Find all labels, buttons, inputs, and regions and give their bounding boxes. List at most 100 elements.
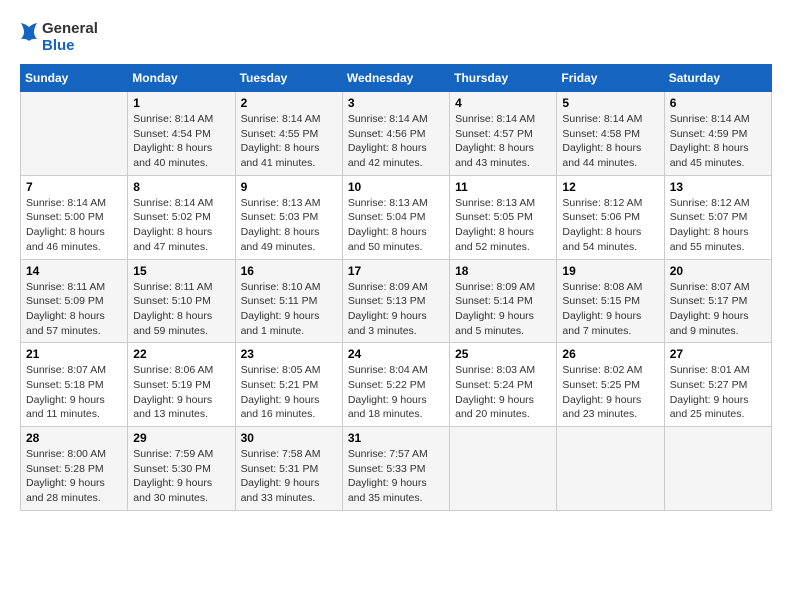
day-number: 28 [26, 431, 122, 445]
cell-content: Sunrise: 8:14 AMSunset: 4:56 PMDaylight:… [348, 112, 444, 171]
day-number: 3 [348, 96, 444, 110]
calendar-cell: 17 Sunrise: 8:09 AMSunset: 5:13 PMDayligh… [342, 259, 449, 343]
day-number: 15 [133, 264, 229, 278]
day-number: 21 [26, 347, 122, 361]
day-header-friday: Friday [557, 65, 664, 92]
day-header-monday: Monday [128, 65, 235, 92]
day-number: 16 [241, 264, 337, 278]
calendar-cell: 19 Sunrise: 8:08 AMSunset: 5:15 PMDayligh… [557, 259, 664, 343]
calendar-cell: 20 Sunrise: 8:07 AMSunset: 5:17 PMDayligh… [664, 259, 771, 343]
day-number: 17 [348, 264, 444, 278]
day-number: 20 [670, 264, 766, 278]
cell-content: Sunrise: 8:07 AMSunset: 5:17 PMDaylight:… [670, 280, 766, 339]
day-number: 13 [670, 180, 766, 194]
day-number: 10 [348, 180, 444, 194]
cell-content: Sunrise: 8:14 AMSunset: 4:57 PMDaylight:… [455, 112, 551, 171]
calendar-cell: 25 Sunrise: 8:03 AMSunset: 5:24 PMDayligh… [450, 343, 557, 427]
cell-content: Sunrise: 7:58 AMSunset: 5:31 PMDaylight:… [241, 447, 337, 506]
cell-content: Sunrise: 8:12 AMSunset: 5:07 PMDaylight:… [670, 196, 766, 255]
calendar-cell: 15 Sunrise: 8:11 AMSunset: 5:10 PMDayligh… [128, 259, 235, 343]
calendar-cell: 23Sunrise: 8:05 AMSunset: 5:21 PMDayligh… [235, 343, 342, 427]
day-number: 14 [26, 264, 122, 278]
day-number: 31 [348, 431, 444, 445]
calendar-cell: 6Sunrise: 8:14 AMSunset: 4:59 PMDaylight… [664, 92, 771, 176]
calendar-cell: 9 Sunrise: 8:13 AMSunset: 5:03 PMDaylight… [235, 175, 342, 259]
calendar-cell [450, 427, 557, 511]
calendar-cell: 11 Sunrise: 8:13 AMSunset: 5:05 PMDayligh… [450, 175, 557, 259]
logo-general-text: General [42, 20, 98, 37]
page-header: General Blue [20, 20, 772, 54]
cell-content: Sunrise: 8:14 AMSunset: 5:02 PMDaylight:… [133, 196, 229, 255]
calendar-cell: 1Sunrise: 8:14 AMSunset: 4:54 PMDaylight… [128, 92, 235, 176]
calendar-week-1: 1Sunrise: 8:14 AMSunset: 4:54 PMDaylight… [21, 92, 772, 176]
cell-content: Sunrise: 7:59 AMSunset: 5:30 PMDaylight:… [133, 447, 229, 506]
logo: General Blue [20, 20, 98, 54]
calendar-cell [21, 92, 128, 176]
cell-content: Sunrise: 8:07 AMSunset: 5:18 PMDaylight:… [26, 363, 122, 422]
calendar-cell: 14 Sunrise: 8:11 AMSunset: 5:09 PMDayligh… [21, 259, 128, 343]
cell-content: Sunrise: 8:02 AMSunset: 5:25 PMDaylight:… [562, 363, 658, 422]
calendar-cell: 3 Sunrise: 8:14 AMSunset: 4:56 PMDaylight… [342, 92, 449, 176]
calendar-cell: 18 Sunrise: 8:09 AMSunset: 5:14 PMDayligh… [450, 259, 557, 343]
cell-content: Sunrise: 8:13 AMSunset: 5:03 PMDaylight:… [241, 196, 337, 255]
cell-content: Sunrise: 8:14 AMSunset: 5:00 PMDaylight:… [26, 196, 122, 255]
day-number: 29 [133, 431, 229, 445]
calendar-cell: 31 Sunrise: 7:57 AMSunset: 5:33 PMDayligh… [342, 427, 449, 511]
day-number: 11 [455, 180, 551, 194]
calendar-cell: 27Sunrise: 8:01 AMSunset: 5:27 PMDayligh… [664, 343, 771, 427]
calendar-cell: 24 Sunrise: 8:04 AMSunset: 5:22 PMDayligh… [342, 343, 449, 427]
day-headers-row: SundayMondayTuesdayWednesdayThursdayFrid… [21, 65, 772, 92]
cell-content: Sunrise: 8:03 AMSunset: 5:24 PMDaylight:… [455, 363, 551, 422]
day-header-sunday: Sunday [21, 65, 128, 92]
calendar-week-3: 14 Sunrise: 8:11 AMSunset: 5:09 PMDayligh… [21, 259, 772, 343]
day-number: 25 [455, 347, 551, 361]
day-number: 23 [241, 347, 337, 361]
calendar-cell: 2 Sunrise: 8:14 AMSunset: 4:55 PMDaylight… [235, 92, 342, 176]
calendar-cell: 13 Sunrise: 8:12 AMSunset: 5:07 PMDayligh… [664, 175, 771, 259]
calendar-cell: 30 Sunrise: 7:58 AMSunset: 5:31 PMDayligh… [235, 427, 342, 511]
day-number: 9 [241, 180, 337, 194]
cell-content: Sunrise: 8:04 AMSunset: 5:22 PMDaylight:… [348, 363, 444, 422]
cell-content: Sunrise: 7:57 AMSunset: 5:33 PMDaylight:… [348, 447, 444, 506]
cell-content: Sunrise: 8:09 AMSunset: 5:13 PMDaylight:… [348, 280, 444, 339]
calendar-week-4: 21 Sunrise: 8:07 AMSunset: 5:18 PMDayligh… [21, 343, 772, 427]
calendar-cell: 10 Sunrise: 8:13 AMSunset: 5:04 PMDayligh… [342, 175, 449, 259]
day-number: 2 [241, 96, 337, 110]
cell-content: Sunrise: 8:14 AMSunset: 4:55 PMDaylight:… [241, 112, 337, 171]
cell-content: Sunrise: 8:13 AMSunset: 5:05 PMDaylight:… [455, 196, 551, 255]
day-number: 30 [241, 431, 337, 445]
cell-content: Sunrise: 8:14 AMSunset: 4:58 PMDaylight:… [562, 112, 658, 171]
calendar-week-5: 28Sunrise: 8:00 AMSunset: 5:28 PMDayligh… [21, 427, 772, 511]
calendar-week-2: 7 Sunrise: 8:14 AMSunset: 5:00 PMDaylight… [21, 175, 772, 259]
calendar-cell: 29 Sunrise: 7:59 AMSunset: 5:30 PMDayligh… [128, 427, 235, 511]
calendar-cell: 4 Sunrise: 8:14 AMSunset: 4:57 PMDaylight… [450, 92, 557, 176]
calendar-cell: 22Sunrise: 8:06 AMSunset: 5:19 PMDayligh… [128, 343, 235, 427]
calendar-cell [557, 427, 664, 511]
cell-content: Sunrise: 8:10 AMSunset: 5:11 PMDaylight:… [241, 280, 337, 339]
calendar-cell [664, 427, 771, 511]
cell-content: Sunrise: 8:11 AMSunset: 5:09 PMDaylight:… [26, 280, 122, 339]
cell-content: Sunrise: 8:13 AMSunset: 5:04 PMDaylight:… [348, 196, 444, 255]
cell-content: Sunrise: 8:09 AMSunset: 5:14 PMDaylight:… [455, 280, 551, 339]
calendar-cell: 5Sunrise: 8:14 AMSunset: 4:58 PMDaylight… [557, 92, 664, 176]
calendar-cell: 28Sunrise: 8:00 AMSunset: 5:28 PMDayligh… [21, 427, 128, 511]
day-number: 7 [26, 180, 122, 194]
day-number: 18 [455, 264, 551, 278]
calendar-cell: 26 Sunrise: 8:02 AMSunset: 5:25 PMDayligh… [557, 343, 664, 427]
day-number: 8 [133, 180, 229, 194]
calendar-table: SundayMondayTuesdayWednesdayThursdayFrid… [20, 64, 772, 511]
day-number: 19 [562, 264, 658, 278]
logo-bird-icon [20, 22, 38, 52]
day-number: 4 [455, 96, 551, 110]
calendar-cell: 21 Sunrise: 8:07 AMSunset: 5:18 PMDayligh… [21, 343, 128, 427]
day-header-tuesday: Tuesday [235, 65, 342, 92]
cell-content: Sunrise: 8:14 AMSunset: 4:54 PMDaylight:… [133, 112, 229, 171]
day-number: 24 [348, 347, 444, 361]
cell-content: Sunrise: 8:08 AMSunset: 5:15 PMDaylight:… [562, 280, 658, 339]
day-number: 26 [562, 347, 658, 361]
calendar-cell: 7 Sunrise: 8:14 AMSunset: 5:00 PMDaylight… [21, 175, 128, 259]
cell-content: Sunrise: 8:11 AMSunset: 5:10 PMDaylight:… [133, 280, 229, 339]
cell-content: Sunrise: 8:12 AMSunset: 5:06 PMDaylight:… [562, 196, 658, 255]
day-number: 27 [670, 347, 766, 361]
cell-content: Sunrise: 8:06 AMSunset: 5:19 PMDaylight:… [133, 363, 229, 422]
